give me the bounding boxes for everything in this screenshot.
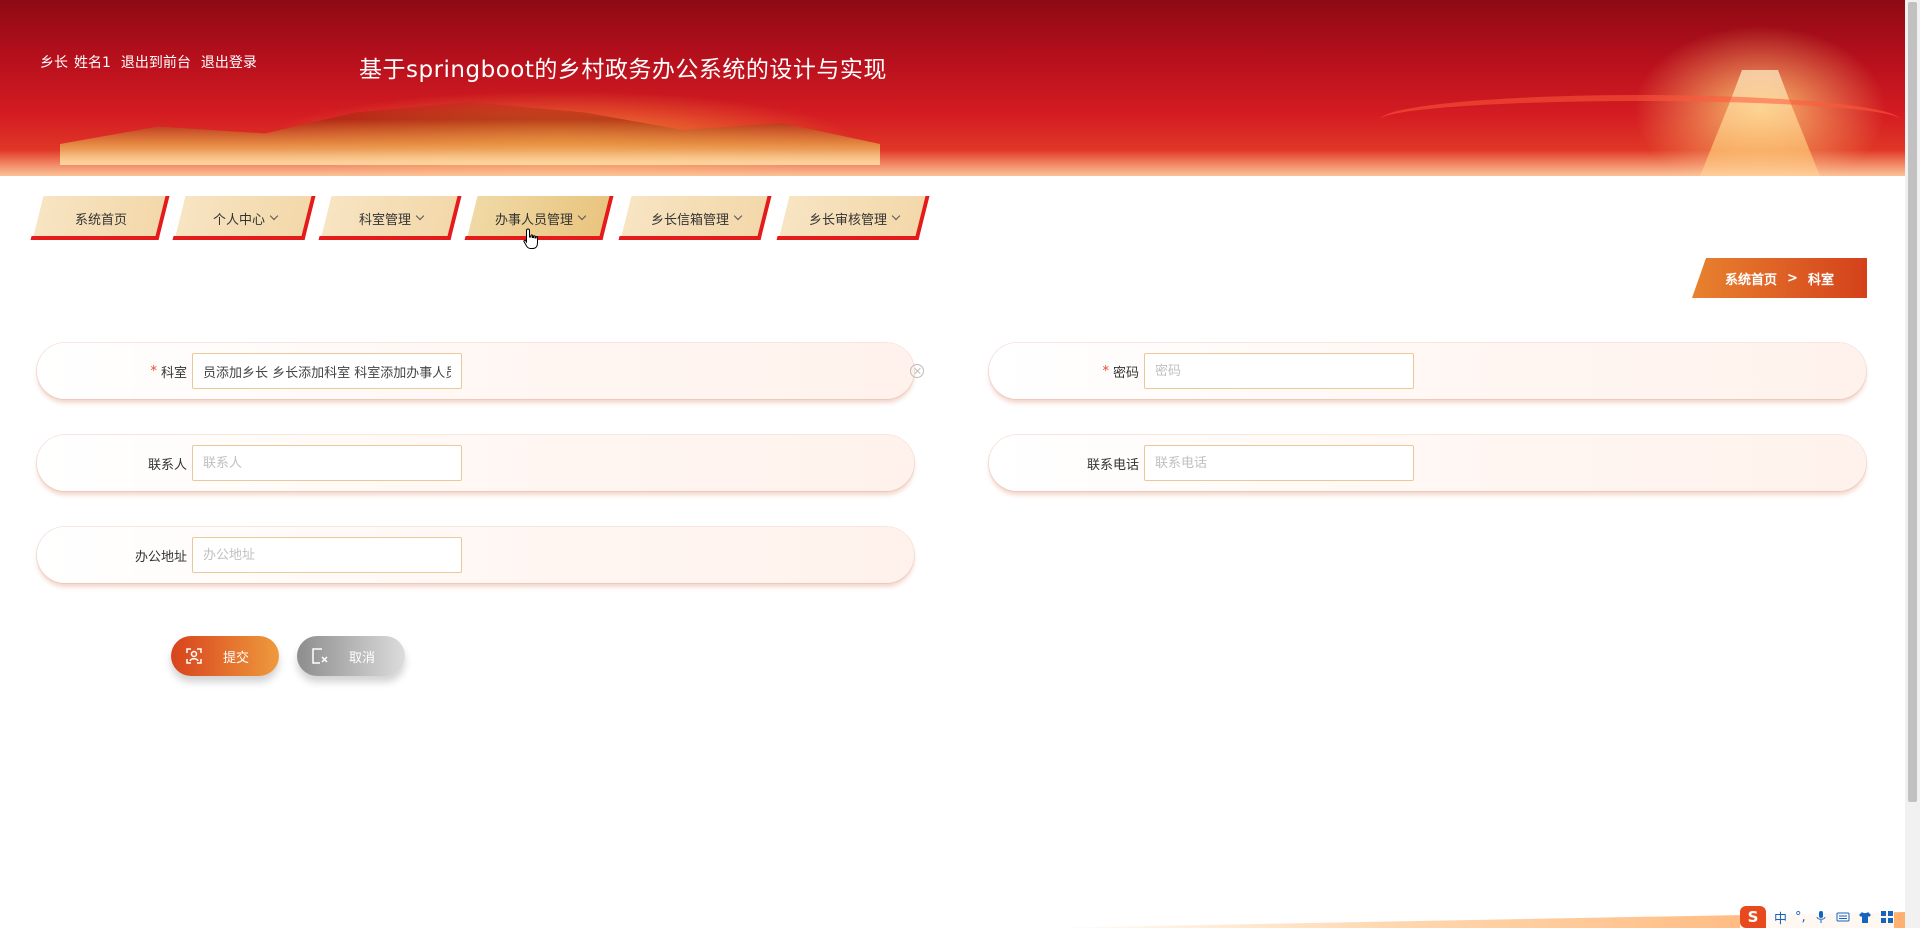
chevron-down-icon xyxy=(415,211,425,221)
submit-button[interactable]: 提交 xyxy=(171,636,279,676)
chevron-down-icon xyxy=(577,211,587,221)
cancel-button-label: 取消 xyxy=(349,650,376,666)
chevron-down-icon xyxy=(891,211,901,221)
banner-ribbon-decoration xyxy=(1380,95,1900,145)
dept-label-text: 科室 xyxy=(160,365,187,381)
dept-select-input[interactable] xyxy=(192,353,462,389)
nav-item-personal-center[interactable]: 个人中心 xyxy=(174,196,316,240)
ime-punctuation[interactable]: °, xyxy=(1795,910,1806,925)
breadcrumb-separator: > xyxy=(1787,270,1798,286)
phone-label-text: 联系电话 xyxy=(1086,457,1139,473)
address-input[interactable] xyxy=(192,537,462,573)
header-banner: 乡长 姓名1 退出到前台 退出登录 基于springboot的乡村政务办公系统的… xyxy=(0,0,1905,176)
required-mark: * xyxy=(1102,363,1109,379)
keyboard-icon[interactable] xyxy=(1836,910,1850,924)
skin-icon[interactable] xyxy=(1858,910,1872,924)
nav-item-label: 个人中心 xyxy=(212,212,265,228)
nav-item-review-management[interactable]: 乡长审核管理 xyxy=(778,196,930,240)
nav-item-dept-management[interactable]: 科室管理 xyxy=(320,196,462,240)
nav-item-staff-management[interactable]: 办事人员管理 xyxy=(466,196,614,240)
nav-item-label: 办事人员管理 xyxy=(494,212,573,228)
user-bar: 乡长 姓名1 退出到前台 退出登录 xyxy=(40,52,257,72)
password-input[interactable] xyxy=(1144,353,1414,389)
ime-toolbar: S 中 °, xyxy=(1740,906,1894,928)
address-form-row: 办公地址 xyxy=(37,527,914,583)
address-label: 办公地址 xyxy=(135,527,187,583)
cancel-icon xyxy=(312,648,328,664)
nav-item-label: 乡长审核管理 xyxy=(808,212,887,228)
dept-label: * 科室 xyxy=(150,343,187,399)
page-scrollbar[interactable] xyxy=(1905,0,1920,928)
nav-item-label: 科室管理 xyxy=(358,212,411,228)
user-role: 乡长 xyxy=(40,55,68,71)
microphone-icon[interactable] xyxy=(1814,910,1828,924)
chevron-down-icon xyxy=(733,211,743,221)
contact-label-text: 联系人 xyxy=(147,457,187,473)
back-to-front-link[interactable]: 退出到前台 xyxy=(121,52,191,72)
breadcrumb: 系统首页 > 科室 xyxy=(1692,258,1867,298)
site-title: 基于springboot的乡村政务办公系统的设计与实现 xyxy=(359,57,887,83)
nav-item-label: 系统首页 xyxy=(74,212,127,228)
toolbox-icon[interactable] xyxy=(1880,910,1894,924)
required-mark: * xyxy=(150,363,157,379)
phone-label: 联系电话 xyxy=(1087,435,1139,491)
password-form-row: * 密码 xyxy=(989,343,1866,399)
ime-mode[interactable]: 中 xyxy=(1774,908,1787,927)
dept-form-row: * 科室 xyxy=(37,343,924,399)
nav-item-mailbox-management[interactable]: 乡长信箱管理 xyxy=(620,196,772,240)
logout-link[interactable]: 退出登录 xyxy=(201,52,257,72)
password-label-text: 密码 xyxy=(1112,365,1139,381)
sogou-logo-icon[interactable]: S xyxy=(1740,906,1766,928)
nav-item-home[interactable]: 系统首页 xyxy=(32,196,170,240)
submit-button-label: 提交 xyxy=(223,650,250,666)
hand-cursor-icon xyxy=(523,228,538,249)
nav-item-label: 乡长信箱管理 xyxy=(650,212,729,228)
address-label-text: 办公地址 xyxy=(134,549,187,565)
phone-form-row: 联系电话 xyxy=(989,435,1866,491)
breadcrumb-bg xyxy=(1692,258,1867,298)
chevron-down-icon xyxy=(269,211,279,221)
breadcrumb-home-link[interactable]: 系统首页 xyxy=(1725,269,1777,288)
phone-input[interactable] xyxy=(1144,445,1414,481)
clear-icon[interactable] xyxy=(910,364,924,378)
contact-form-row: 联系人 xyxy=(37,435,914,491)
cancel-button[interactable]: 取消 xyxy=(297,636,405,676)
banner-fade xyxy=(0,150,1905,176)
contact-input[interactable] xyxy=(192,445,462,481)
main-nav: 系统首页 个人中心 科室管理 办事人员管理 乡长信箱管理 乡长审核管理 xyxy=(32,196,930,240)
contact-label: 联系人 xyxy=(148,435,187,491)
password-label: * 密码 xyxy=(1102,343,1139,399)
user-name: 姓名1 xyxy=(74,55,111,71)
submit-icon xyxy=(186,648,202,664)
breadcrumb-current: 科室 xyxy=(1807,272,1834,288)
scrollbar-thumb[interactable] xyxy=(1908,2,1917,802)
